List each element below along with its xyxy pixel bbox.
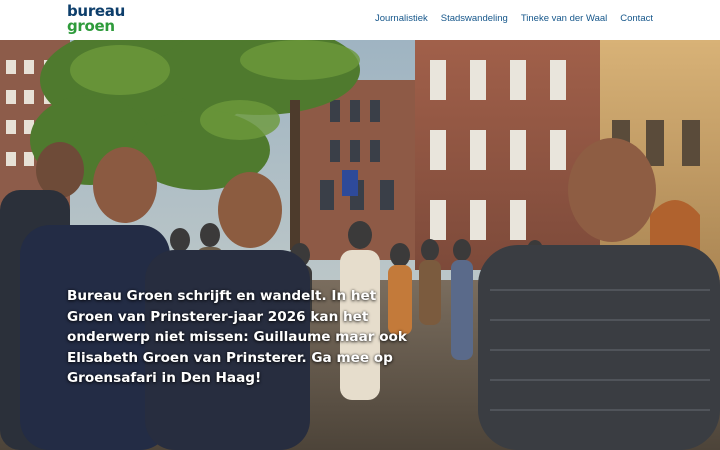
- nav-link-contact[interactable]: Contact: [620, 13, 653, 24]
- hero-photo: [0, 40, 720, 450]
- nav-link-stadswandeling[interactable]: Stadswandeling: [441, 13, 508, 24]
- main-nav: Journalistiek Stadswandeling Tineke van …: [375, 13, 653, 24]
- site-logo[interactable]: bureau groen: [67, 4, 127, 36]
- hero-caption: Bureau Groen schrijft en wandelt. In het…: [67, 288, 407, 386]
- logo-line-bureau: bureau: [67, 2, 125, 20]
- logo-line-groen: groen: [67, 17, 115, 35]
- site-header: bureau groen Journalistiek Stadswandelin…: [0, 0, 720, 40]
- nav-link-tineke-van-der-waal[interactable]: Tineke van der Waal: [521, 13, 607, 24]
- hero-section: Bureau Groen schrijft en wandelt. In het…: [0, 40, 720, 450]
- nav-link-journalistiek[interactable]: Journalistiek: [375, 13, 428, 24]
